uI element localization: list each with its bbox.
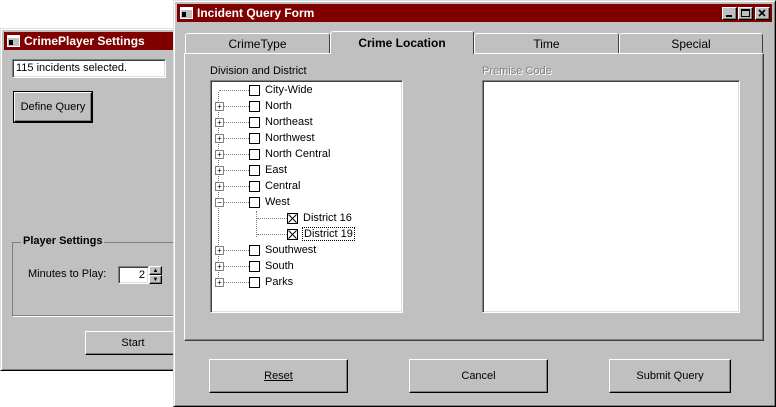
collapse-minus-icon[interactable]: −: [215, 198, 224, 207]
tree-item-label: Parks: [265, 276, 294, 288]
checkbox[interactable]: [249, 148, 260, 160]
checkbox[interactable]: [249, 276, 260, 288]
expand-plus-icon[interactable]: +: [215, 182, 224, 191]
maximize-button[interactable]: [738, 6, 753, 20]
division-district-label: Division and District: [210, 65, 307, 77]
tree-item-district-19[interactable]: District 19: [257, 226, 355, 242]
tree-item-label: North: [265, 100, 292, 112]
tree-item-label: East: [265, 164, 288, 176]
tab-special-label: Special: [671, 36, 711, 51]
checkbox[interactable]: [249, 132, 260, 144]
tree-item-northeast[interactable]: + Northeast: [215, 114, 313, 130]
player-settings-group: Player Settings Minutes to Play: 2 ▲ ▼: [12, 235, 184, 316]
tree-item-label: Northeast: [265, 116, 313, 128]
checkbox[interactable]: [249, 180, 260, 192]
tab-crime-location[interactable]: Crime Location: [330, 31, 474, 54]
app-icon: [180, 7, 193, 19]
minutes-label: Minutes to Play:: [28, 268, 107, 280]
checkbox-checked[interactable]: [287, 212, 298, 224]
tree-item-label: District 19: [302, 227, 355, 241]
player-settings-title: Player Settings: [21, 235, 105, 247]
tree-item-central[interactable]: + Central: [215, 178, 301, 194]
minutes-input[interactable]: 2: [118, 266, 149, 284]
tree-item-south[interactable]: + South: [215, 258, 294, 274]
expand-plus-icon[interactable]: +: [215, 278, 224, 287]
tree-item-label: North Central: [265, 148, 331, 160]
submit-query-button[interactable]: Submit Query: [609, 359, 731, 393]
submit-query-label: Submit Query: [636, 370, 704, 382]
incident-query-titlebar[interactable]: Incident Query Form: [177, 4, 772, 22]
tree-item-label: City-Wide: [265, 84, 313, 96]
define-query-button[interactable]: Define Query: [13, 91, 93, 123]
checkbox[interactable]: [249, 164, 260, 176]
close-button[interactable]: [755, 6, 770, 20]
close-icon: [758, 8, 766, 17]
tab-crimetype-label: CrimeType: [228, 36, 287, 51]
tree-item-label: Central: [265, 180, 301, 192]
premise-code-list[interactable]: [482, 80, 740, 313]
crimeplayer-settings-window: CrimePlayer Settings 115 incidents selec…: [0, 28, 184, 371]
expand-plus-icon[interactable]: +: [215, 118, 224, 127]
expand-plus-icon[interactable]: +: [215, 262, 224, 271]
tab-time-label: Time: [533, 36, 560, 51]
tree-item-label: Southwest: [265, 244, 317, 256]
checkbox[interactable]: [249, 260, 260, 272]
checkbox-checked[interactable]: [287, 228, 298, 240]
tree-item-west[interactable]: − West: [215, 194, 290, 210]
expand-plus-icon[interactable]: +: [215, 166, 224, 175]
expand-plus-icon[interactable]: +: [215, 134, 224, 143]
checkbox[interactable]: [249, 116, 260, 128]
division-district-tree[interactable]: City-Wide + North + Northeast + Northwes…: [210, 80, 403, 313]
incidents-status-text: 115 incidents selected.: [16, 62, 128, 74]
expand-plus-icon[interactable]: +: [215, 246, 224, 255]
reset-button[interactable]: Reset: [209, 359, 348, 393]
app-icon: [7, 35, 20, 47]
expand-plus-icon[interactable]: +: [215, 150, 224, 159]
reset-label: Reset: [264, 370, 293, 382]
tree-item-parks[interactable]: + Parks: [215, 274, 294, 290]
tab-special[interactable]: Special: [619, 33, 763, 53]
tree-item-label: District 16: [303, 212, 352, 224]
checkbox[interactable]: [249, 100, 260, 112]
premise-code-label: Premise Code: [482, 65, 552, 77]
tab-crime-location-label: Crime Location: [358, 36, 446, 50]
minimize-button[interactable]: [722, 6, 737, 20]
incident-query-title: Incident Query Form: [197, 6, 315, 20]
spin-down-button[interactable]: ▼: [149, 275, 162, 284]
incident-query-window: Incident Query Form CrimeType Crime Loca…: [173, 0, 776, 407]
checkbox[interactable]: [249, 244, 260, 256]
tree-item-district-16[interactable]: District 16: [257, 210, 352, 226]
crimeplayer-titlebar[interactable]: CrimePlayer Settings: [4, 32, 179, 50]
tree-item-southwest[interactable]: + Southwest: [215, 242, 317, 258]
tree-item-city-wide[interactable]: City-Wide: [219, 82, 313, 98]
minutes-spinner[interactable]: ▲ ▼: [149, 266, 162, 284]
maximize-icon: [741, 8, 750, 17]
minimize-icon: [726, 14, 732, 17]
tree-item-northwest[interactable]: + Northwest: [215, 130, 315, 146]
crimeplayer-title: CrimePlayer Settings: [24, 34, 145, 48]
expand-plus-icon[interactable]: +: [215, 102, 224, 111]
tree-item-label: Northwest: [265, 132, 315, 144]
checkbox[interactable]: [249, 196, 260, 208]
tree-item-label: West: [265, 196, 290, 208]
tree-item-east[interactable]: + East: [215, 162, 288, 178]
incidents-status-field: 115 incidents selected.: [12, 59, 166, 78]
tab-panel: Division and District Premise Code City-…: [184, 53, 764, 341]
tree-item-north-central[interactable]: + North Central: [215, 146, 331, 162]
minutes-value: 2: [138, 269, 145, 281]
check-x-icon: [288, 213, 297, 223]
check-x-icon: [288, 229, 297, 239]
start-label: Start: [121, 337, 145, 349]
checkbox[interactable]: [249, 84, 260, 96]
tab-crimetype[interactable]: CrimeType: [185, 33, 330, 53]
tree-item-north[interactable]: + North: [215, 98, 292, 114]
start-button[interactable]: Start: [85, 331, 181, 355]
spin-up-button[interactable]: ▲: [149, 266, 162, 275]
tab-time[interactable]: Time: [474, 33, 619, 53]
cancel-label: Cancel: [461, 370, 496, 382]
cancel-button[interactable]: Cancel: [409, 359, 548, 393]
tree-item-label: South: [265, 260, 294, 272]
define-query-label: Define Query: [20, 101, 86, 113]
